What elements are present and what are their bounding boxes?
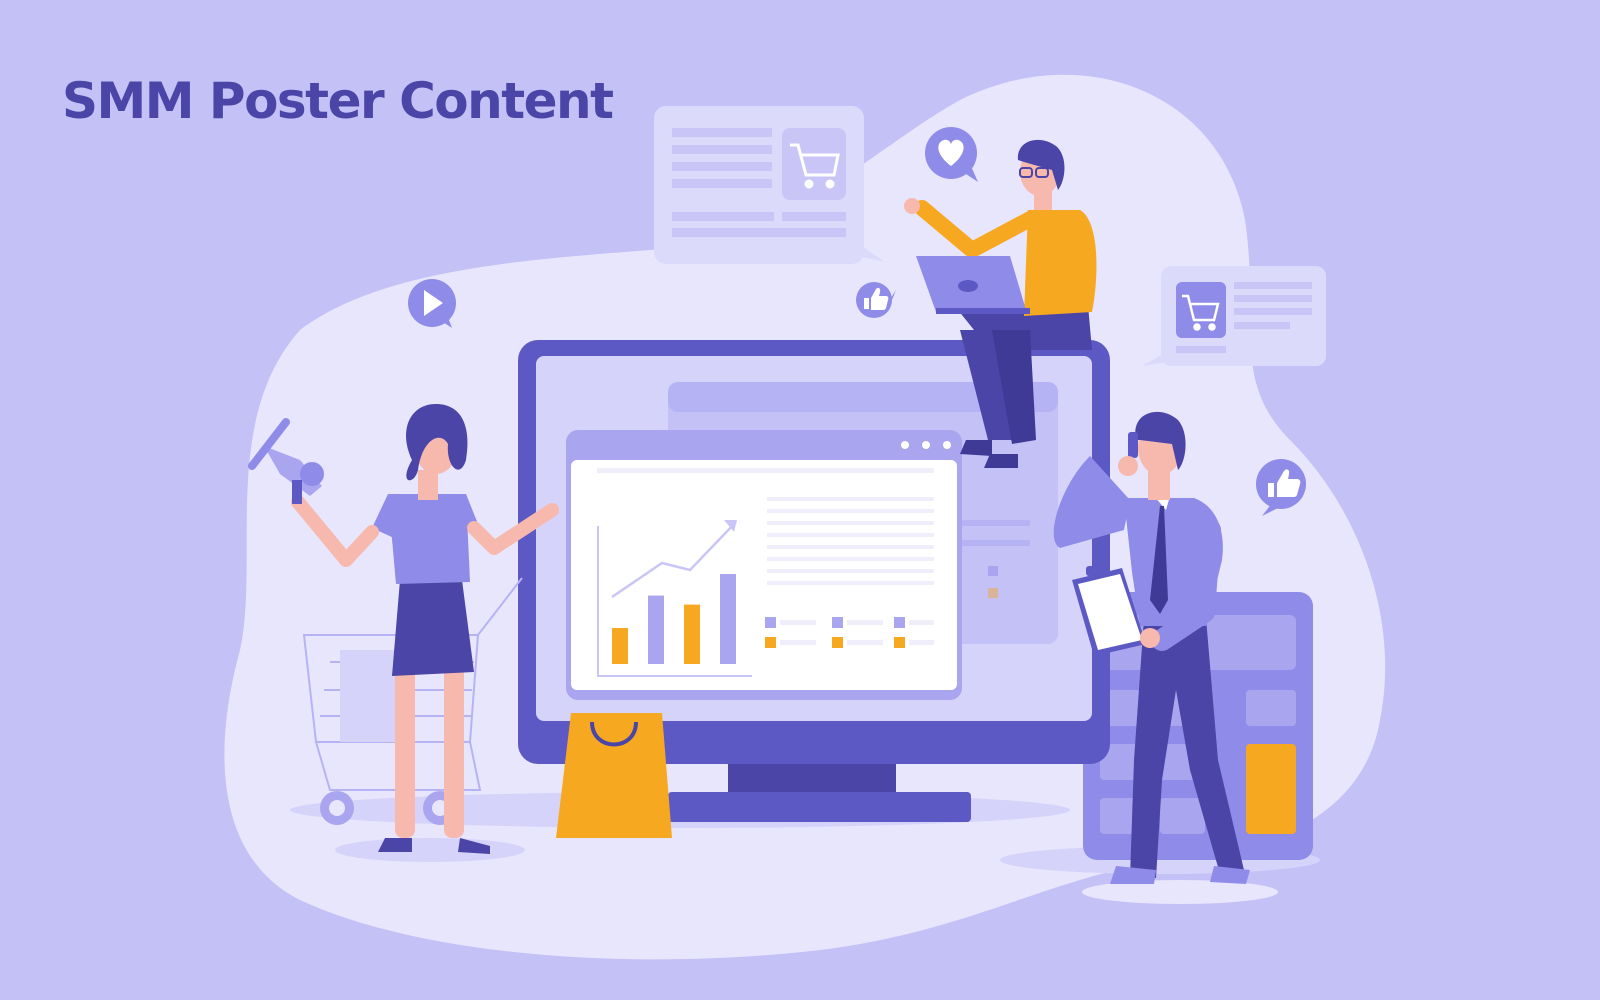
poster-title: SMM Poster Content — [62, 72, 614, 130]
chart-bar — [684, 604, 700, 664]
chart-bar — [612, 628, 628, 664]
shopping-bag-icon — [556, 713, 672, 838]
phone-icon — [1128, 432, 1138, 458]
poster-canvas: SMM Poster Content — [0, 0, 1600, 1000]
chart-bar — [720, 574, 736, 664]
chart-bar — [648, 595, 664, 664]
product-card-bubble — [654, 106, 885, 264]
illustration — [224, 74, 1386, 960]
product-card-bubble — [1142, 266, 1326, 366]
